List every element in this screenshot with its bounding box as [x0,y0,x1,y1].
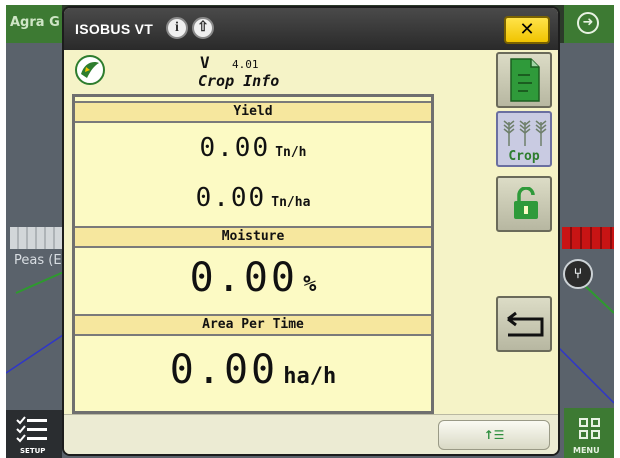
deere-logo [75,55,105,85]
yield-area-value: 0.00 [195,183,267,213]
background-field-label: Peas (E [14,253,62,268]
navigation-button[interactable]: ↑☰ [438,420,550,450]
yield-area: 0.00 Tn/ha [75,183,431,213]
yield-rate-unit: Tn/h [275,145,307,160]
setup-button[interactable]: SETUP [6,410,62,458]
yield-area-unit: Tn/ha [271,195,311,210]
close-button[interactable]: ✕ [504,16,550,44]
grid-icon [579,418,601,440]
close-icon: ✕ [519,19,535,40]
version-number: 4.01 [232,58,259,71]
back-softkey[interactable] [496,296,552,352]
background-app-label: Agra G [6,5,62,43]
crop-softkey-label: Crop [508,149,540,164]
section-strip-right [562,227,614,249]
fork-icon[interactable]: ⑂ [563,259,593,289]
document-softkey[interactable] [496,52,552,108]
document-icon [510,58,540,102]
crop-icon [503,120,547,146]
return-arrow-icon [507,311,544,337]
crop-info-panel: Yield 0.00 Tn/h 0.00 Tn/ha Moisture 0.00… [72,94,434,414]
setup-label: SETUP [20,447,46,455]
checklist-icon [16,416,47,443]
area-per-time-unit: ha/h [283,364,337,389]
info-icon[interactable]: i [166,17,188,39]
version-prefix: V [200,53,210,72]
up-arrow-icon: ↑☰ [483,428,505,442]
bottom-bar: ↑☰ [64,414,558,454]
dialog-title-bar: ISOBUS VT i ⇧ ✕ [64,8,558,50]
up-arrow-info-icon[interactable]: ⇧ [192,17,214,39]
area-per-time-value: 0.00 [169,347,279,393]
moisture-value: 0.00 [189,255,298,301]
moisture-unit: % [303,272,317,297]
area-per-time-header: Area Per Time [75,314,431,336]
arrow-right-icon: ➜ [577,12,599,34]
screen-title: Crop Info [198,72,280,90]
menu-label: MENU [573,446,600,455]
isobus-vt-dialog: ISOBUS VT i ⇧ ✕ V 4.01 Crop Info Yield 0… [62,6,560,456]
yield-rate-value: 0.00 [199,133,271,163]
area-per-time-readout: 0.00 ha/h [75,347,431,393]
background-forward-button[interactable]: ➜ [564,5,614,43]
dialog-title: ISOBUS VT [75,21,154,37]
yield-header: Yield [75,101,431,123]
section-strip-left [10,227,62,249]
yield-rate: 0.00 Tn/h [75,133,431,163]
unlock-icon [514,187,538,219]
moisture-readout: 0.00 % [75,255,431,301]
crop-softkey[interactable]: Crop [496,111,552,167]
lock-softkey[interactable] [496,176,552,232]
menu-button[interactable]: MENU [564,408,614,458]
moisture-header: Moisture [75,226,431,248]
